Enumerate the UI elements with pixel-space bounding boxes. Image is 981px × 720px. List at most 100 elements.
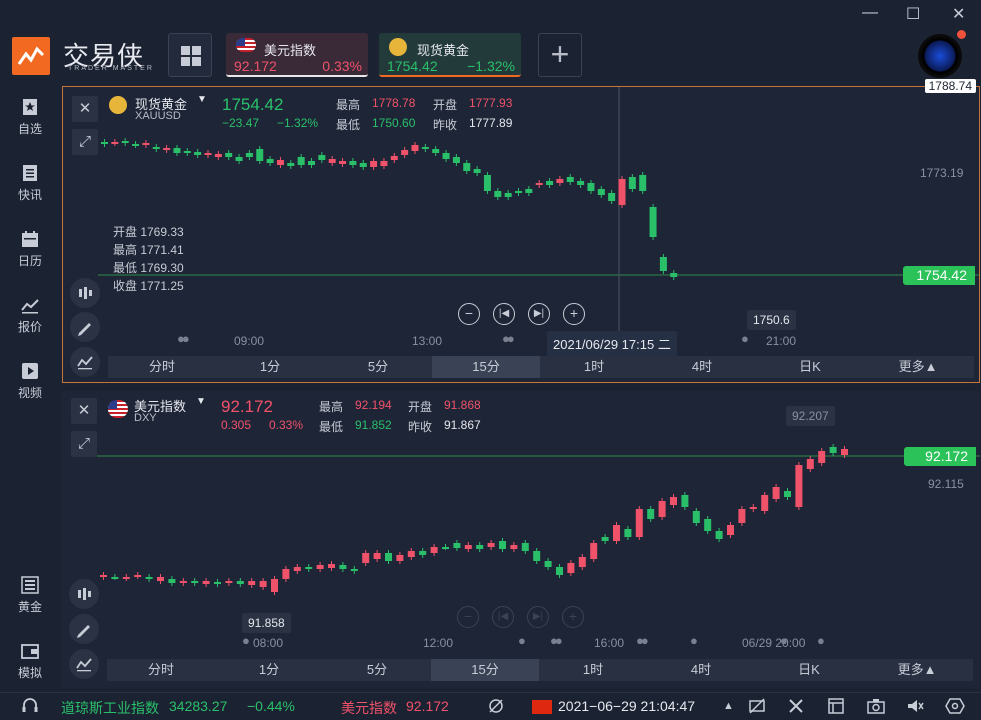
event-markers[interactable]: ●● — [502, 331, 515, 346]
period-1min[interactable]: 1分 — [216, 356, 324, 378]
candle-body — [624, 529, 632, 537]
period-more[interactable]: 更多▲ — [863, 659, 971, 681]
sidebar-item-calendar[interactable]: 日历 — [0, 230, 60, 269]
headset-icon[interactable] — [20, 696, 40, 719]
add-tab-button[interactable]: + — [538, 33, 582, 77]
zoom-in-button[interactable]: + — [563, 303, 585, 325]
dow-name[interactable]: 道琼斯工业指数 — [61, 698, 159, 718]
chart-type-button[interactable] — [69, 649, 99, 679]
candle-body — [287, 163, 295, 166]
pencil-icon — [78, 323, 91, 336]
last-price-tag: 92.172 — [904, 447, 976, 466]
sidebar-item-simulate[interactable]: 模拟 — [0, 642, 60, 681]
sidebar-item-watchlist[interactable]: 自选 — [0, 98, 60, 137]
scroll-start-button[interactable]: |◀ — [492, 606, 514, 628]
event-markers[interactable]: ●● — [636, 633, 649, 648]
candle-body — [373, 553, 381, 559]
period-15min[interactable]: 15分 — [432, 356, 540, 378]
prev-close-label: 昨收 — [408, 420, 433, 434]
period-15min[interactable]: 15分 — [431, 659, 539, 681]
candle-body — [818, 451, 826, 463]
candle-body — [266, 159, 274, 163]
chart-type-button[interactable] — [70, 347, 100, 377]
scroll-end-button[interactable]: ▶| — [528, 303, 550, 325]
candle-body — [214, 154, 222, 157]
tools-icon[interactable] — [787, 697, 805, 718]
draw-tool-button[interactable] — [70, 312, 100, 342]
fullscreen-off-icon[interactable] — [748, 697, 766, 718]
minimize-icon[interactable]: — — [862, 4, 878, 22]
draw-tool-button[interactable] — [69, 614, 99, 644]
event-markers[interactable]: ●● — [550, 633, 563, 648]
scroll-start-button[interactable]: |◀ — [493, 303, 515, 325]
sidebar-item-gold[interactable]: 黄金 — [0, 576, 60, 615]
instrument-symbol: DXY — [134, 412, 157, 424]
event-marker[interactable]: ● — [780, 633, 788, 648]
gold-candlestick-chart[interactable] — [63, 87, 979, 382]
period-4h[interactable]: 4时 — [648, 356, 756, 378]
candle-body — [704, 519, 712, 531]
indicator-button[interactable] — [69, 579, 99, 609]
period-daily[interactable]: 日K — [755, 659, 863, 681]
event-marker[interactable]: ● — [690, 633, 698, 648]
candle-body — [649, 207, 657, 237]
ticker-up-icon[interactable]: ▲ — [723, 700, 734, 712]
candle-body — [761, 495, 769, 511]
news-list-icon — [23, 165, 37, 181]
notification-dot — [957, 30, 966, 39]
close-panel-button[interactable]: ✕ — [71, 398, 97, 424]
zoom-out-button[interactable]: − — [458, 303, 480, 325]
settings-icon[interactable] — [945, 697, 965, 718]
period-5min[interactable]: 5分 — [324, 356, 432, 378]
candles-icon — [79, 287, 92, 299]
period-1h[interactable]: 1时 — [540, 356, 648, 378]
period-daily[interactable]: 日K — [756, 356, 864, 378]
maximize-icon[interactable]: ☐ — [906, 4, 920, 24]
sidebar-item-quotes[interactable]: 报价 — [0, 296, 60, 335]
sidebar-item-label: 日历 — [17, 254, 42, 268]
speaker-icon[interactable] — [905, 697, 925, 718]
time-label: 06/29 20:00 — [742, 636, 806, 650]
sidebar-item-news[interactable]: 快讯 — [0, 164, 60, 203]
period-1h[interactable]: 1时 — [539, 659, 647, 681]
period-more[interactable]: 更多▲ — [864, 356, 972, 378]
layout-icon[interactable] — [827, 697, 845, 718]
tab-spot-gold[interactable]: 现货黄金 1754.42 −1.32% — [379, 33, 521, 77]
scroll-end-button[interactable]: ▶| — [527, 606, 549, 628]
axis-mid-label: 1773.19 — [920, 166, 964, 180]
layout-grid-button[interactable] — [168, 33, 212, 77]
camera-icon[interactable] — [866, 697, 886, 718]
event-marker[interactable]: ● — [518, 633, 526, 648]
period-tick[interactable]: 分时 — [107, 659, 215, 681]
candle-body — [297, 157, 305, 165]
event-markers[interactable]: ●● — [177, 331, 190, 346]
event-marker[interactable]: ● — [741, 331, 749, 346]
period-5min[interactable]: 5分 — [323, 659, 431, 681]
tab-usd-index[interactable]: 美元指数 92.172 0.33% — [226, 33, 368, 77]
connection-icon[interactable] — [487, 697, 505, 718]
sidebar-item-label: 报价 — [17, 320, 42, 334]
period-tick[interactable]: 分时 — [108, 356, 216, 378]
zoom-out-button[interactable]: − — [457, 606, 479, 628]
zoom-in-button[interactable]: + — [562, 606, 584, 628]
user-avatar[interactable] — [918, 34, 962, 78]
close-panel-button[interactable]: ✕ — [72, 96, 98, 122]
event-marker[interactable]: ● — [817, 633, 825, 648]
candle-body — [525, 189, 533, 193]
expand-panel-button[interactable]: ⤢ — [72, 129, 98, 155]
dropdown-caret-icon[interactable]: ▼ — [196, 396, 206, 407]
candle-body — [806, 459, 814, 469]
expand-panel-button[interactable]: ⤢ — [71, 431, 97, 457]
period-1min[interactable]: 1分 — [215, 659, 323, 681]
candle-body — [282, 569, 290, 579]
close-window-icon[interactable]: ✕ — [952, 4, 965, 24]
usd-index-name[interactable]: 美元指数 — [341, 698, 397, 718]
indicator-button[interactable] — [70, 278, 100, 308]
dropdown-caret-icon[interactable]: ▼ — [197, 94, 207, 105]
open-label: 开盘 — [433, 98, 458, 112]
period-4h[interactable]: 4时 — [647, 659, 755, 681]
event-marker[interactable]: ● — [242, 633, 250, 648]
candle-body — [245, 153, 253, 157]
sidebar-item-video[interactable]: 视频 — [0, 362, 60, 401]
high-value: 1778.78 — [372, 96, 416, 110]
